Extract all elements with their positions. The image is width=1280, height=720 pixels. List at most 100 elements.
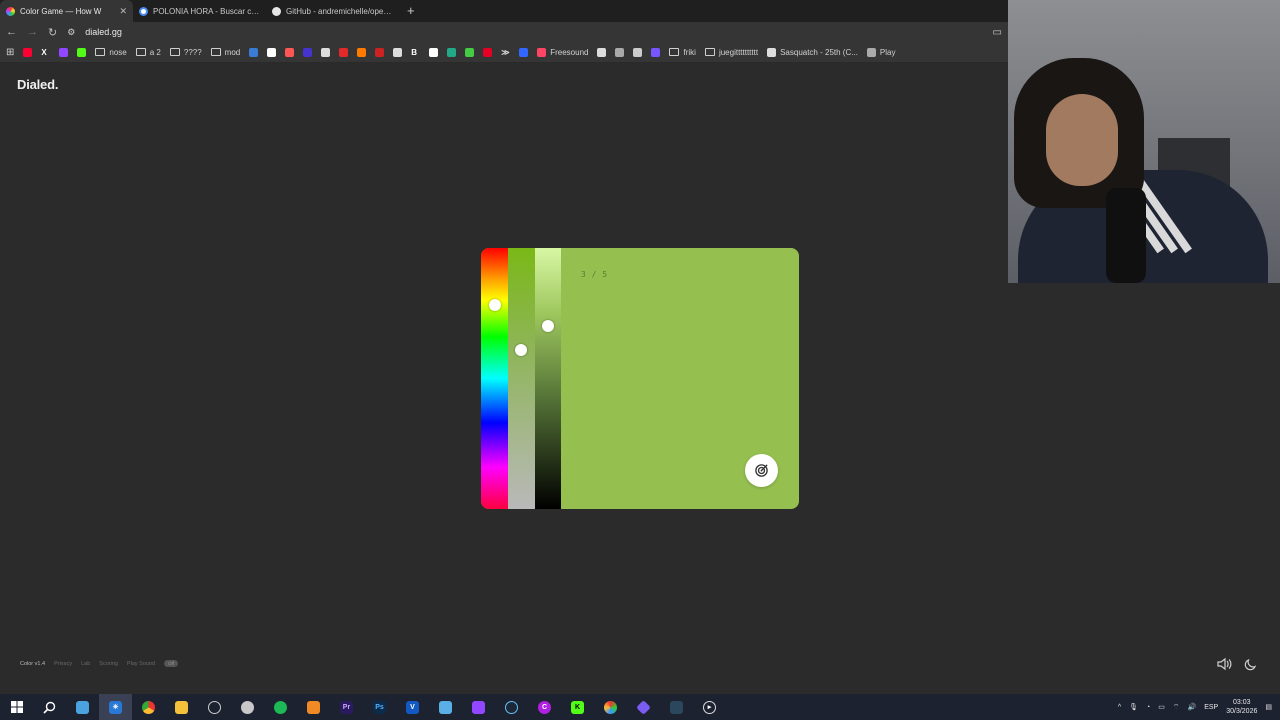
taskbar-vegas[interactable]: V [396, 694, 429, 720]
wifi-icon[interactable]: ⌔ [1173, 703, 1180, 712]
url-field[interactable]: dialed.gg [85, 27, 122, 37]
taskbar-premiere[interactable]: Pr [330, 694, 363, 720]
saturation-slider[interactable] [508, 248, 535, 509]
scoring-link[interactable]: Scoring [99, 661, 118, 667]
bookmark-item[interactable]: Play [866, 47, 895, 57]
bookmark-folder[interactable]: mod [210, 48, 240, 57]
forward-arrow-icon[interactable]: → [27, 26, 38, 38]
taskbar-app[interactable] [627, 694, 660, 720]
taskbar-twitch[interactable] [462, 694, 495, 720]
taskbar-photoshop[interactable]: Ps [363, 694, 396, 720]
bookmark-favicon-icon [767, 47, 777, 57]
bookmark-folder[interactable]: juegitttttttttt [704, 48, 758, 57]
bookmark-folder[interactable]: ???? [169, 48, 202, 57]
bookmark-item[interactable] [267, 47, 277, 57]
language-indicator[interactable]: ESP [1204, 704, 1218, 711]
bookmark-folder[interactable]: nose [95, 48, 127, 57]
network-icon[interactable]: ◔ [1146, 704, 1150, 711]
site-logo[interactable]: Dialed. [17, 77, 58, 92]
task-view-button[interactable] [66, 694, 99, 720]
lab-link[interactable]: Lab [81, 661, 90, 667]
tab-github[interactable]: GitHub - andremichelle/openD [266, 0, 399, 22]
bookmark-item[interactable] [59, 47, 69, 57]
bookmark-item[interactable] [23, 47, 33, 57]
close-tab-icon[interactable]: ✕ [119, 6, 127, 17]
folder-icon [210, 48, 221, 56]
bookmark-item[interactable] [615, 47, 625, 57]
hue-slider[interactable] [481, 248, 508, 509]
bookmark-item[interactable]: Freesound [537, 47, 588, 57]
site-info-icon[interactable]: ⚙ [67, 27, 75, 38]
taskbar-app[interactable] [231, 694, 264, 720]
start-button[interactable] [0, 694, 33, 720]
bookmark-item[interactable] [633, 47, 643, 57]
bookmark-item[interactable] [483, 47, 493, 57]
taskbar-chrome[interactable] [132, 694, 165, 720]
taskbar-steam-2[interactable] [660, 694, 693, 720]
taskbar-spotify[interactable] [264, 694, 297, 720]
taskbar-app[interactable]: C [528, 694, 561, 720]
bookmark-label: Sasquatch - 25th (C... [780, 47, 858, 57]
chevron-up-icon[interactable]: ^ [1118, 704, 1121, 711]
bookmark-item[interactable] [77, 47, 87, 57]
moon-icon[interactable] [1244, 657, 1258, 671]
taskbar-steam[interactable] [495, 694, 528, 720]
new-tab-button[interactable]: + [399, 0, 423, 22]
taskbar-app[interactable] [429, 694, 462, 720]
play-icon: ▸ [703, 700, 716, 714]
apps-grid-icon[interactable]: ⊞ [6, 47, 14, 58]
sound-toggle[interactable]: Off [164, 660, 179, 667]
search-button[interactable] [33, 694, 66, 720]
taskbar-media-player[interactable]: ▸ [693, 694, 726, 720]
bookmark-item[interactable] [597, 47, 607, 57]
submit-guess-button[interactable] [745, 454, 778, 487]
reload-icon[interactable]: ↻ [48, 26, 57, 39]
notifications-icon[interactable]: ▤ [1265, 703, 1272, 711]
volume-icon[interactable] [1216, 657, 1232, 671]
bookmark-item[interactable]: B [411, 48, 420, 57]
saturation-slider-handle[interactable] [515, 343, 527, 356]
bookmark-favicon-icon [651, 47, 661, 57]
bookmark-item[interactable] [375, 47, 385, 57]
bookmark-item[interactable] [465, 47, 475, 57]
bookmark-item[interactable] [519, 47, 529, 57]
bookmark-item[interactable] [651, 47, 661, 57]
privacy-link[interactable]: Privacy [54, 661, 72, 667]
taskbar-explorer[interactable] [165, 694, 198, 720]
twitch-icon [472, 700, 485, 714]
play-sound-link[interactable]: Play Sound [127, 661, 155, 667]
bookmark-item[interactable] [447, 47, 457, 57]
bookmark-item[interactable] [249, 47, 259, 57]
bookmark-folder[interactable]: friki [669, 48, 696, 57]
tab-color-game[interactable]: Color Game — How W ✕ [0, 0, 133, 22]
clock[interactable]: 03:03 30/3/2026 [1226, 698, 1257, 716]
bookmark-item[interactable] [429, 47, 439, 57]
taskbar-fl-studio[interactable] [297, 694, 330, 720]
app-icon [208, 700, 221, 714]
bookmark-item[interactable] [357, 47, 367, 57]
tab-title: Color Game — How W [20, 6, 102, 16]
bookmark-item[interactable] [393, 47, 403, 57]
windows-logo-icon [10, 701, 23, 713]
speaker-icon[interactable]: 🔊 [1187, 703, 1196, 711]
bookmark-item[interactable]: ≫ [501, 48, 510, 57]
folder-icon [169, 48, 180, 56]
lightness-slider[interactable] [535, 248, 561, 509]
screen-share-icon[interactable]: ▭ [993, 27, 1002, 38]
back-arrow-icon[interactable]: ← [6, 26, 17, 38]
taskbar-app[interactable] [198, 694, 231, 720]
taskbar-kick[interactable]: K [561, 694, 594, 720]
bookmark-item[interactable]: X [41, 48, 50, 57]
bookmark-item[interactable] [321, 47, 331, 57]
bookmark-item[interactable] [285, 47, 295, 57]
bookmark-item[interactable] [303, 47, 313, 57]
taskbar-app[interactable] [594, 694, 627, 720]
bookmark-item[interactable]: Sasquatch - 25th (C... [767, 47, 858, 57]
bookmark-item[interactable] [339, 47, 349, 57]
taskbar-app-active[interactable]: ✳ [99, 694, 132, 720]
battery-icon[interactable]: ▭ [1158, 703, 1165, 711]
google-favicon-icon [139, 6, 148, 16]
bookmark-folder[interactable]: a 2 [135, 48, 161, 57]
microphone-icon[interactable]: 🎙 [1129, 703, 1138, 711]
tab-polonia-hora[interactable]: POLONIA HORA - Buscar con [133, 0, 266, 22]
